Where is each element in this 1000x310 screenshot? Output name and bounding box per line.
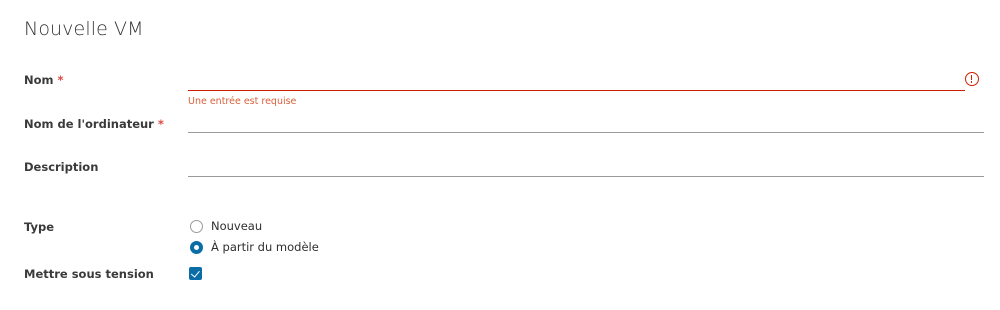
description-input[interactable] xyxy=(188,160,984,178)
page-title: Nouvelle VM xyxy=(24,18,144,40)
description-field[interactable] xyxy=(188,158,984,178)
type-option-label: Nouveau xyxy=(211,219,263,233)
radio-unchecked-icon[interactable] xyxy=(190,219,203,233)
new-vm-form: Nouvelle VM Nom * Une entrée est requise … xyxy=(0,0,1000,310)
type-option-from-template[interactable]: À partir du modèle xyxy=(190,240,319,254)
power-on-label: Mettre sous tension xyxy=(24,267,154,281)
description-label: Description xyxy=(24,160,99,174)
name-input[interactable] xyxy=(188,74,965,92)
type-label: Type xyxy=(24,220,55,234)
power-on-checkbox[interactable] xyxy=(189,267,202,280)
name-label: Nom * xyxy=(24,73,64,87)
computer-name-label: Nom de l'ordinateur * xyxy=(24,117,164,131)
computer-name-field[interactable] xyxy=(188,114,984,134)
name-error-message: Une entrée est requise xyxy=(188,96,297,107)
radio-checked-icon[interactable] xyxy=(190,240,203,254)
computer-name-label-text: Nom de l'ordinateur xyxy=(24,117,154,131)
exclamation-circle-icon xyxy=(965,72,979,86)
name-field[interactable] xyxy=(188,72,965,92)
name-label-text: Nom xyxy=(24,73,54,87)
required-marker: * xyxy=(157,117,164,131)
required-marker: * xyxy=(57,73,64,87)
computer-name-input[interactable] xyxy=(188,116,984,134)
type-option-nouveau[interactable]: Nouveau xyxy=(190,219,262,233)
type-option-label: À partir du modèle xyxy=(211,240,319,254)
